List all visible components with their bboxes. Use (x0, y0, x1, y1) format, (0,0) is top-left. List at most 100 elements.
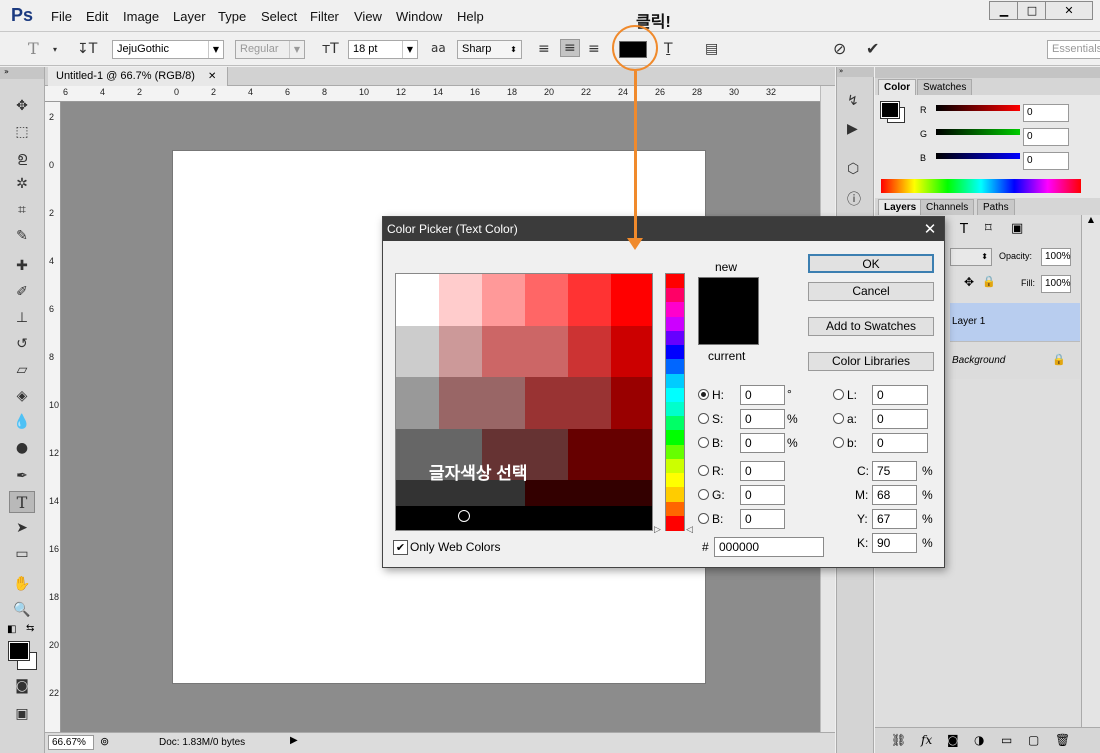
add-mask-icon[interactable]: ◙ (947, 733, 959, 747)
blend-mode-select[interactable]: ⬍ (950, 248, 992, 266)
new-group-icon[interactable]: ▭ (1001, 733, 1012, 747)
b-slider[interactable] (936, 153, 1020, 159)
a-radio[interactable]: a: (833, 410, 857, 428)
h-input[interactable]: 0 (740, 385, 785, 405)
dialog-close-icon[interactable]: ✕ (918, 217, 942, 241)
cancel-button[interactable]: Cancel (808, 282, 934, 301)
font-style-select[interactable]: Regular ▼ (235, 40, 305, 59)
checkbox-checked-icon[interactable]: ✔ (393, 540, 408, 555)
g-slider[interactable] (936, 129, 1020, 135)
filter-text-icon[interactable]: T (960, 222, 968, 237)
menu-filter[interactable]: Filter (310, 9, 339, 24)
a-input[interactable]: 0 (872, 409, 928, 429)
l-radio[interactable]: L: (833, 386, 857, 404)
hex-input[interactable]: 000000 (714, 537, 824, 557)
filter-smart-object-icon[interactable]: ▣ (1011, 221, 1023, 236)
blue-input[interactable]: 0 (740, 509, 785, 529)
lock-all-icon[interactable]: 🔒 (982, 275, 996, 288)
dodge-tool-icon[interactable]: ● (9, 437, 35, 459)
link-layers-icon[interactable]: ⛓ (891, 733, 906, 747)
delete-layer-icon[interactable]: 🗑 (1055, 733, 1070, 747)
new-layer-icon[interactable]: ▢ (1028, 733, 1039, 747)
zoom-tool-icon[interactable]: 🔍 (9, 599, 35, 621)
default-colors-icon[interactable]: ◧ (7, 624, 16, 635)
menu-view[interactable]: View (354, 9, 382, 24)
tab-layers[interactable]: Layers (878, 199, 923, 216)
m-input[interactable]: 68 (872, 485, 917, 505)
rectangle-tool-icon[interactable]: ▭ (9, 543, 35, 565)
marquee-tool-icon[interactable]: ⬚ (9, 121, 35, 143)
r-slider[interactable] (936, 105, 1020, 111)
color-libraries-button[interactable]: Color Libraries (808, 352, 934, 371)
commit-edits-icon[interactable]: ✔ (866, 39, 879, 58)
add-to-swatches-button[interactable]: Add to Swatches (808, 317, 934, 336)
history-brush-tool-icon[interactable]: ↺ (9, 333, 35, 355)
status-icon[interactable]: ⊚ (100, 735, 109, 748)
antialias-select[interactable]: Sharp ⬍ (457, 40, 522, 59)
text-orientation-icon[interactable]: ↧T (77, 41, 97, 57)
info-icon[interactable]: ⓘ (847, 189, 861, 209)
character-panel-icon[interactable]: ▤ (705, 41, 718, 57)
menu-help[interactable]: Help (457, 9, 484, 24)
align-left-icon[interactable]: ≡ (538, 41, 550, 57)
font-family-select[interactable]: JejuGothic ▼ (112, 40, 224, 59)
status-menu-arrow-icon[interactable]: ▶ (290, 735, 298, 746)
close-tab-icon[interactable]: ✕ (208, 67, 216, 86)
fg-color-chip[interactable] (880, 101, 900, 119)
font-size-select[interactable]: 18 pt ▼ (348, 40, 418, 59)
layers-scrollbar[interactable]: ▲ (1081, 215, 1100, 735)
close-window-button[interactable]: ✕ (1045, 1, 1093, 20)
menu-file[interactable]: File (51, 9, 72, 24)
lab-b-input[interactable]: 0 (872, 433, 928, 453)
g-input[interactable]: 0 (1023, 128, 1069, 146)
actions-play-icon[interactable]: ▶ (847, 121, 858, 137)
lab-b-radio[interactable]: b: (833, 434, 857, 452)
menu-type[interactable]: Type (218, 9, 246, 24)
ok-button[interactable]: OK (808, 254, 934, 273)
opacity-input[interactable]: 100% (1041, 248, 1071, 266)
pen-tool-icon[interactable]: ✒ (9, 465, 35, 487)
menu-image[interactable]: Image (123, 9, 159, 24)
cancel-edits-icon[interactable]: ⊘ (833, 39, 846, 58)
brightness-input[interactable]: 0 (740, 433, 785, 453)
collapse-icon[interactable]: » (837, 67, 874, 77)
tab-paths[interactable]: Paths (977, 199, 1015, 216)
magic-wand-tool-icon[interactable]: ✲ (9, 173, 35, 195)
path-selection-tool-icon[interactable]: ➤ (9, 517, 35, 539)
align-center-icon[interactable]: ≡ (560, 39, 580, 57)
swap-colors-icon[interactable]: ⇆ (26, 623, 34, 634)
layer-style-icon[interactable]: fx (921, 733, 932, 747)
blur-tool-icon[interactable]: 💧 (9, 411, 35, 433)
move-tool-icon[interactable]: ✥ (9, 95, 35, 117)
3d-icon[interactable]: ⬡ (847, 161, 859, 177)
b-radio[interactable]: B: (698, 434, 723, 452)
lock-position-icon[interactable]: ✥ (964, 275, 974, 289)
clone-stamp-tool-icon[interactable]: ⊥ (9, 307, 35, 329)
horizontal-type-tool-icon[interactable]: T (9, 491, 35, 513)
brush-tool-icon[interactable]: ✐ (9, 281, 35, 303)
menu-layer[interactable]: Layer (173, 9, 206, 24)
r-input[interactable]: 0 (1023, 104, 1069, 122)
hue-slider[interactable] (665, 273, 685, 531)
k-input[interactable]: 90 (872, 533, 917, 553)
type-tool-icon[interactable]: T (28, 39, 39, 58)
eyedropper-tool-icon[interactable]: ✎ (9, 225, 35, 247)
eraser-tool-icon[interactable]: ▱ (9, 359, 35, 381)
menu-window[interactable]: Window (396, 9, 442, 24)
layer-row-layer-1[interactable]: Layer 1 (950, 303, 1080, 341)
foreground-color-swatch[interactable] (8, 641, 30, 661)
paint-bucket-tool-icon[interactable]: ◈ (9, 385, 35, 407)
align-right-icon[interactable]: ≡ (588, 41, 600, 57)
hue-slider-left-arrow-icon[interactable]: ▷ (654, 525, 661, 535)
hue-slider-right-arrow-icon[interactable]: ◁ (686, 525, 693, 535)
hand-tool-icon[interactable]: ✋ (9, 573, 35, 595)
lasso-tool-icon[interactable]: ഉ (9, 147, 35, 169)
tab-color[interactable]: Color (878, 79, 917, 96)
blue-radio[interactable]: B: (698, 510, 723, 528)
menu-edit[interactable]: Edit (86, 9, 108, 24)
h-radio[interactable]: H: (698, 386, 724, 404)
filter-shape-icon[interactable]: ⌑ (985, 221, 992, 236)
b-input[interactable]: 0 (1023, 152, 1069, 170)
menu-select[interactable]: Select (261, 9, 297, 24)
r-radio[interactable]: R: (698, 462, 724, 480)
